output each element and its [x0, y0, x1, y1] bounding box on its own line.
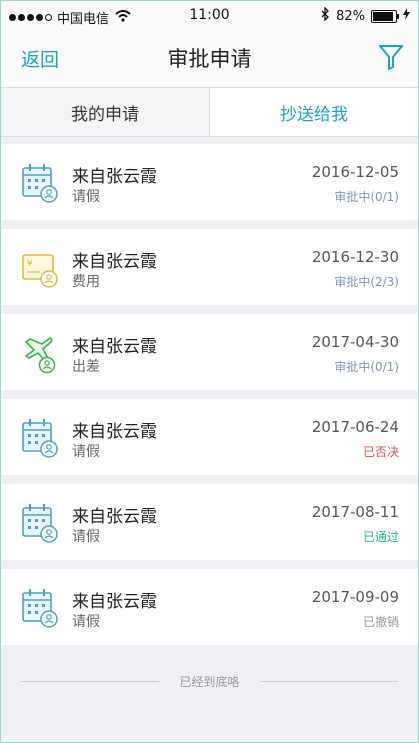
navigation-bar: 返回 审批申请: [1, 31, 418, 88]
status-bar: 中国电信 11:00 82%: [1, 1, 418, 31]
requester-name: 来自张云霞: [72, 337, 157, 357]
request-date: 2016-12-05: [311, 163, 399, 181]
request-type: 请假: [72, 444, 100, 460]
approval-list-item[interactable]: 来自张云霞 请假 2017-09-09 已撤销: [1, 569, 418, 645]
status-badge: 审批中(2/3): [334, 275, 399, 289]
status-badge: 已否决: [362, 445, 399, 459]
approval-list-item[interactable]: 来自张云霞 请假 2016-12-05 审批中(0/1): [1, 144, 418, 220]
request-type: 费用: [72, 274, 100, 290]
tab-cc-to-me[interactable]: 抄送给我: [210, 88, 418, 136]
requester-name: 来自张云霞: [72, 252, 157, 272]
request-type: 请假: [72, 189, 100, 205]
request-date: 2017-06-24: [311, 418, 399, 436]
svg-text:¥: ¥: [27, 259, 33, 269]
requester-name: 来自张云霞: [72, 167, 157, 187]
charging-icon: [403, 8, 410, 24]
status-badge: 审批中(0/1): [334, 190, 399, 204]
request-type: 请假: [72, 614, 100, 630]
bluetooth-icon: [321, 6, 330, 25]
request-date: 2016-12-30: [311, 248, 399, 266]
expense-card-icon: ¥: [20, 247, 60, 289]
calendar-leave-icon: [20, 417, 60, 459]
calendar-leave-icon: [20, 587, 60, 629]
requester-name: 来自张云霞: [72, 422, 157, 442]
page-title: 审批申请: [167, 47, 252, 71]
end-of-list: 已经到底咯: [21, 671, 398, 691]
battery-percent: 82%: [336, 8, 365, 24]
battery-area: 82%: [321, 6, 410, 25]
status-badge: 已撤销: [362, 615, 399, 629]
requester-name: 来自张云霞: [72, 507, 157, 527]
divider-right: [260, 681, 398, 682]
status-badge: 已通过: [362, 530, 399, 544]
tab-bar: 我的申请 抄送给我: [1, 88, 418, 137]
approval-list-item[interactable]: 来自张云霞 请假 2017-06-24 已否决: [1, 399, 418, 475]
request-date: 2017-09-09: [311, 588, 399, 606]
request-type: 请假: [72, 529, 100, 545]
calendar-leave-icon: [20, 162, 60, 204]
battery-icon: [371, 9, 399, 23]
requester-name: 来自张云霞: [72, 592, 157, 612]
tab-my-requests[interactable]: 我的申请: [1, 88, 210, 136]
request-date: 2017-04-30: [311, 333, 399, 351]
app-screen: 中国电信 11:00 82% 返回 审批申请 我的申请 抄送给我 来自张云霞 请…: [0, 0, 419, 743]
request-date: 2017-08-11: [311, 503, 399, 521]
calendar-leave-icon: [20, 502, 60, 544]
request-type: 出差: [72, 359, 100, 375]
approval-list-item[interactable]: 来自张云霞 出差 2017-04-30 审批中(0/1): [1, 314, 418, 390]
airplane-trip-icon: [20, 332, 60, 374]
status-badge: 审批中(0/1): [334, 360, 399, 374]
approval-list: 来自张云霞 请假 2016-12-05 审批中(0/1) ¥ 来自张云霞 费用 …: [1, 144, 418, 654]
filter-icon[interactable]: [378, 43, 404, 75]
approval-list-item[interactable]: ¥ 来自张云霞 费用 2016-12-30 审批中(2/3): [1, 229, 418, 305]
approval-list-item[interactable]: 来自张云霞 请假 2017-08-11 已通过: [1, 484, 418, 560]
